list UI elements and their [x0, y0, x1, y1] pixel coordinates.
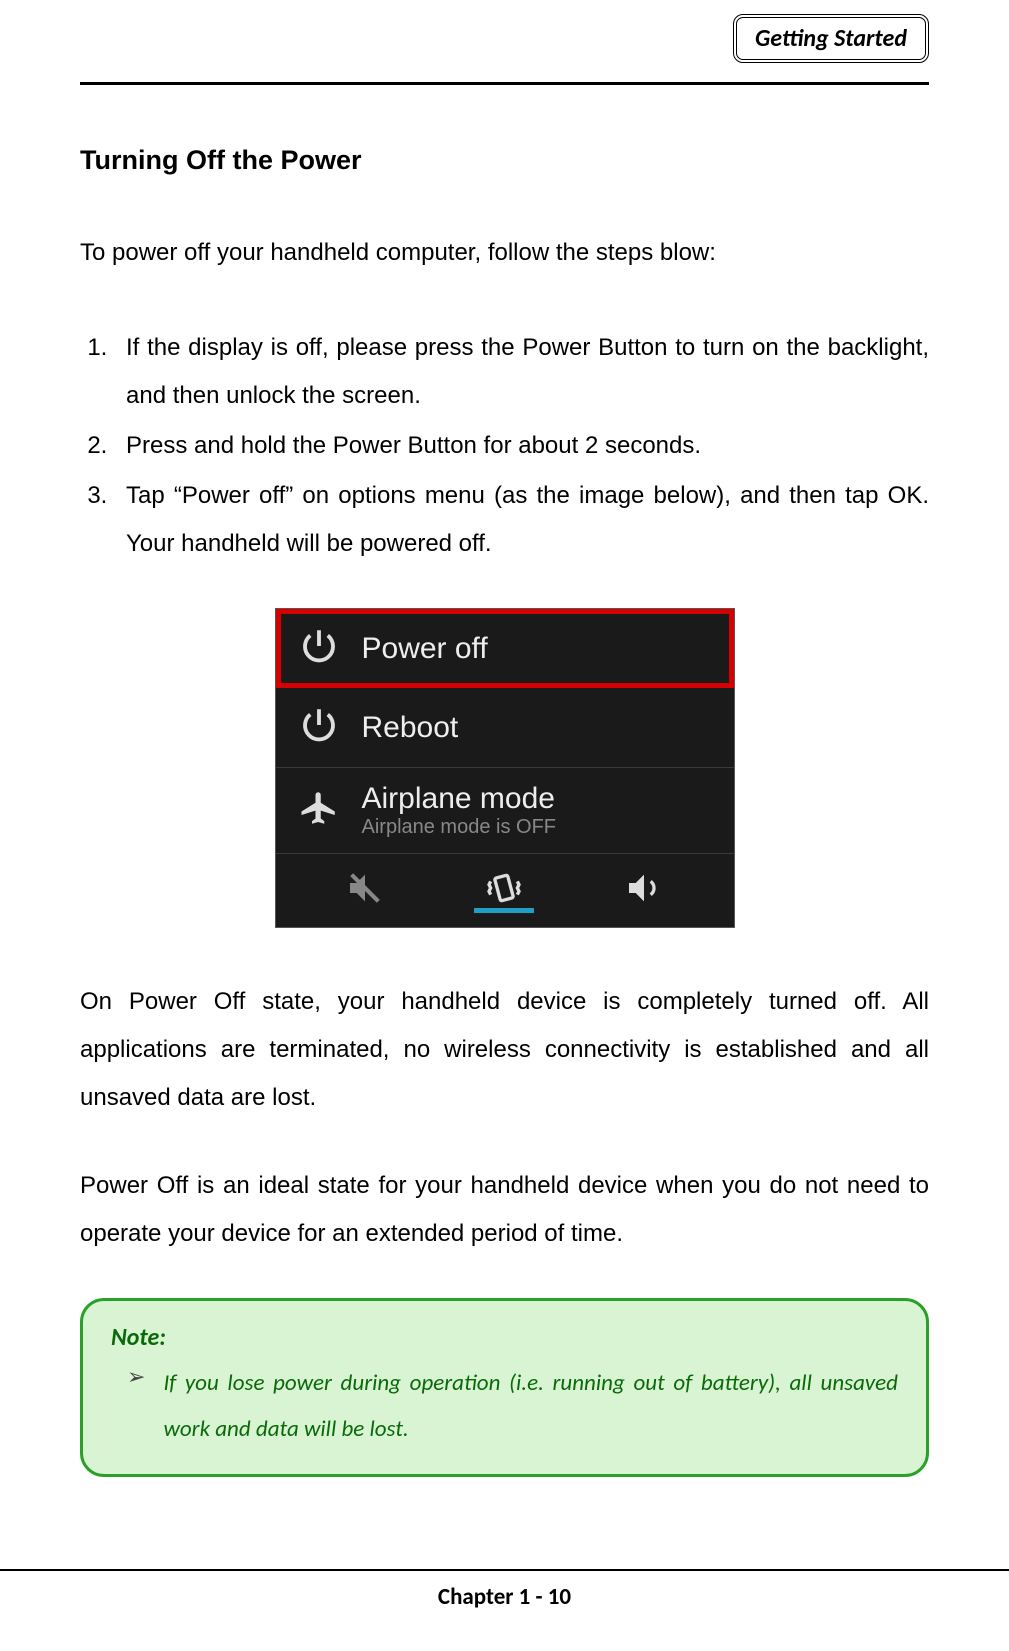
page-title: Turning Off the Power [80, 145, 929, 176]
step-2: Press and hold the Power Button for abou… [114, 422, 929, 470]
intro-text: To power off your handheld computer, fol… [80, 231, 929, 274]
header-tag: Getting Started [733, 14, 929, 63]
sound-icon[interactable] [624, 868, 664, 913]
sound-mode-row [276, 854, 734, 927]
active-mode-underline [474, 908, 534, 913]
paragraph-1: On Power Off state, your handheld device… [80, 978, 929, 1122]
menu-item-power-off[interactable]: Power off [276, 609, 734, 688]
note-text: If you lose power during operation (i.e.… [163, 1360, 898, 1452]
menu-sublabel-airplane: Airplane mode is OFF [362, 816, 557, 839]
menu-item-reboot[interactable]: Reboot [276, 688, 734, 768]
step-1: If the display is off, please press the … [114, 324, 929, 420]
footer-text: Chapter 1 - 10 [80, 1583, 929, 1611]
menu-item-airplane[interactable]: Airplane mode Airplane mode is OFF [276, 768, 734, 854]
vibrate-icon[interactable] [484, 868, 524, 913]
header-underline [80, 82, 929, 85]
note-bullet-icon: ➢ [127, 1360, 145, 1393]
page-footer: Chapter 1 - 10 [0, 1569, 1009, 1611]
power-icon [298, 625, 340, 672]
menu-label-power-off: Power off [362, 632, 488, 666]
options-menu: Power off Reboot Airplane mode Airplane … [275, 608, 735, 928]
options-menu-figure: Power off Reboot Airplane mode Airplane … [80, 608, 929, 928]
note-box: Note: ➢ If you lose power during operati… [80, 1298, 929, 1477]
steps-list: If the display is off, please press the … [80, 324, 929, 568]
power-icon [298, 704, 340, 751]
menu-label-airplane: Airplane mode [362, 782, 557, 816]
note-title: Note: [111, 1323, 898, 1352]
mute-icon[interactable] [345, 868, 385, 913]
airplane-icon [298, 787, 340, 834]
paragraph-2: Power Off is an ideal state for your han… [80, 1162, 929, 1258]
step-3: Tap “Power off” on options menu (as the … [114, 472, 929, 568]
menu-label-reboot: Reboot [362, 711, 459, 745]
